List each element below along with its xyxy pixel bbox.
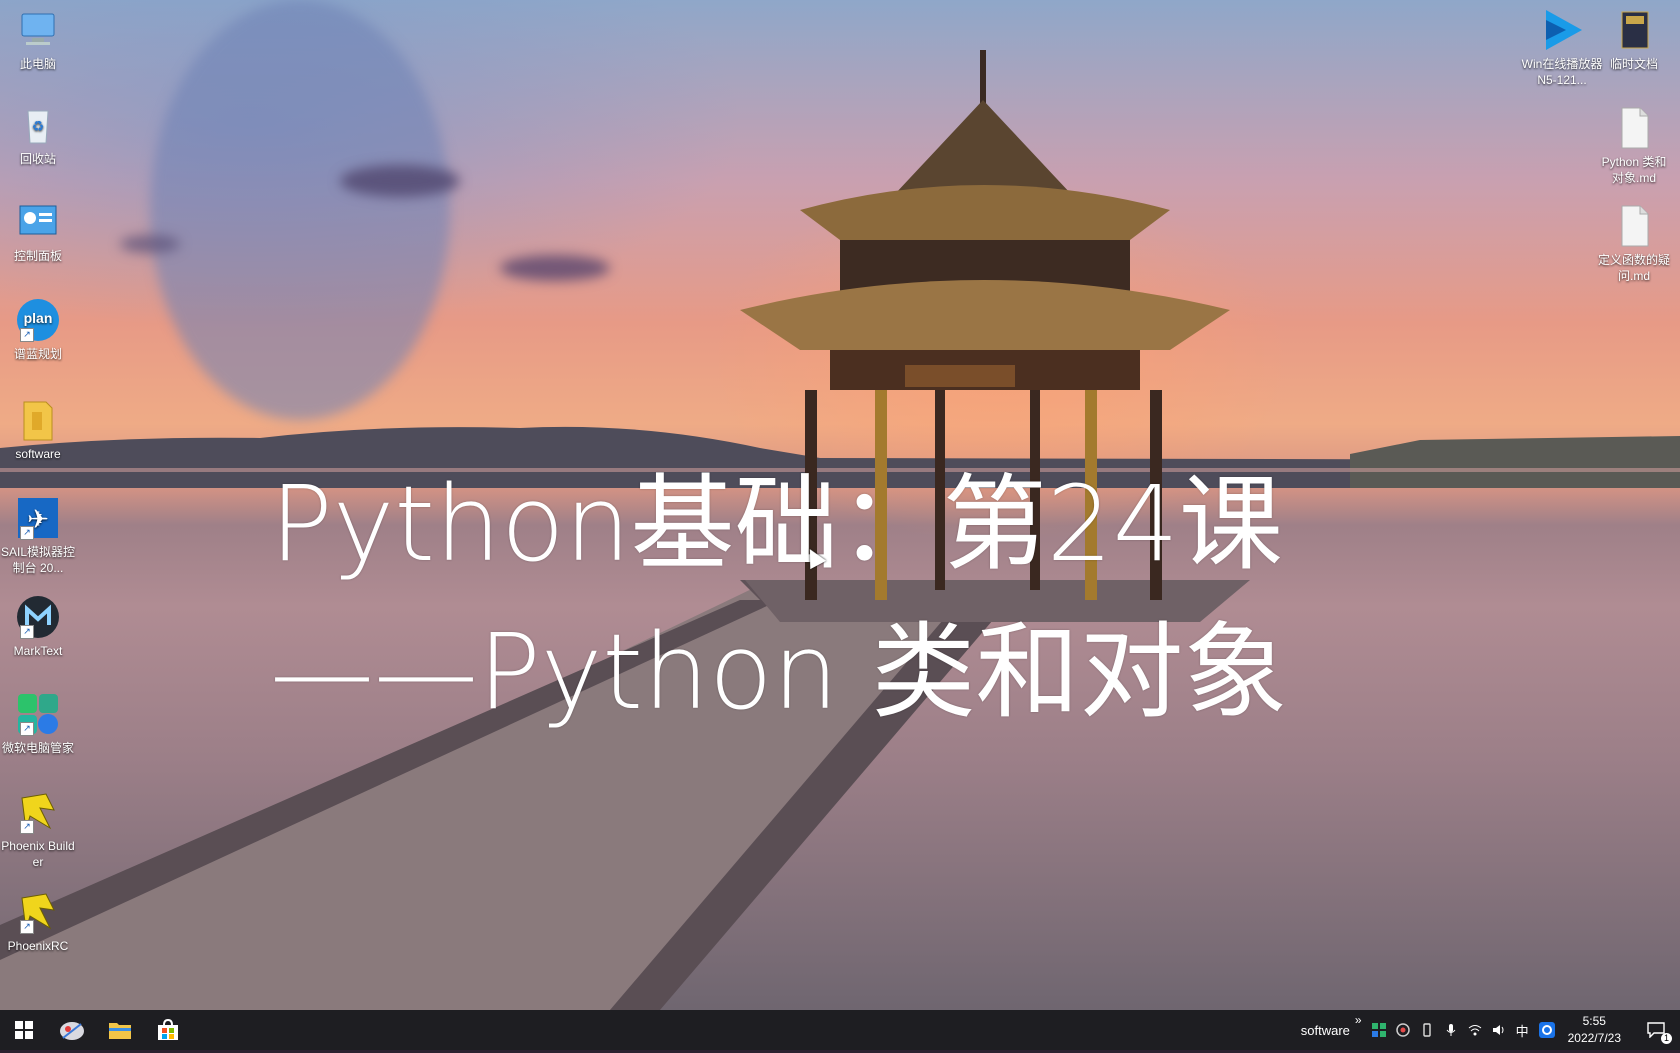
desktop-icon-label: Win在线播放器N5-121... (1521, 57, 1603, 87)
taskbar-store[interactable] (144, 1010, 192, 1050)
overlay-title-line1: Python基础：第24课 (270, 463, 1283, 585)
desktop-icon-recycle-bin[interactable]: ♻ 回收站 (0, 103, 76, 167)
clock-date: 2022/7/23 (1567, 1031, 1621, 1045)
shortcut-arrow-icon: ↗ (20, 328, 34, 342)
pc-manager-icon: ↗ (16, 692, 60, 736)
svg-text:♻: ♻ (32, 118, 45, 134)
desktop-icon-label: 微软电脑管家 (1, 741, 74, 755)
marktext-icon: ↗ (16, 595, 60, 639)
desktop-icon-temp-docs[interactable]: 临时文档 (1596, 8, 1672, 72)
tray-network[interactable] (1468, 1010, 1482, 1050)
system-tray: software » 中 5:55 2022/7/23 1 (1296, 1010, 1680, 1050)
desktop-icon-software[interactable]: software (0, 398, 76, 462)
taskbar: software » 中 5:55 2022/7/23 1 (0, 1010, 1680, 1050)
speaker-icon (1492, 1025, 1504, 1035)
markdown-file-icon (1612, 204, 1656, 248)
control-panel-icon (16, 200, 60, 244)
desktop-icon-function-md[interactable]: 定义函数的疑问.md (1596, 204, 1672, 284)
desktop-icon-control-panel[interactable]: 控制面板 (0, 200, 76, 264)
file-explorer-icon (109, 1023, 131, 1039)
shortcut-arrow-icon: ↗ (20, 722, 34, 736)
desktop-icon-plan[interactable]: plan ↗ 谱蓝规划 (0, 298, 76, 362)
desktop-icon-label: software (15, 447, 61, 461)
airplane-icon: ✈ ↗ (16, 496, 60, 540)
overlay-title-line2: ——Python 类和对象 (270, 611, 1288, 733)
computer-icon (16, 8, 60, 52)
start-button[interactable] (0, 1010, 48, 1050)
sync-icon (1395, 1023, 1410, 1037)
tray-expand-chevron[interactable]: » (1355, 1007, 1362, 1053)
usb-icon (1422, 1023, 1431, 1037)
clock-time: 5:55 (1582, 1014, 1606, 1028)
overlay-title: Python基础：第24课 ——Python 类和对象 (270, 450, 1470, 746)
taskbar-file-explorer[interactable] (96, 1010, 144, 1050)
recycle-bin-icon: ♻ (16, 103, 60, 147)
bird-app-icon (60, 1022, 84, 1040)
plan-app-icon: plan ↗ (16, 298, 60, 342)
desktop-icon-marktext[interactable]: ↗ MarkText (0, 595, 76, 659)
microphone-icon (1446, 1024, 1455, 1036)
desktop-icon-label: 谱蓝规划 (13, 347, 62, 361)
desktop-icon-label: PhoenixRC (7, 939, 69, 953)
desktop-icon-win-player[interactable]: Win在线播放器N5-121... (1520, 8, 1604, 88)
folder-icon (16, 398, 60, 442)
store-bag-icon (158, 1019, 178, 1040)
tray-usb-device[interactable] (1420, 1010, 1434, 1050)
desktop-icon-label: 回收站 (19, 152, 56, 166)
action-center-button[interactable]: 1 (1638, 1010, 1674, 1050)
desktop-icon-label: 定义函数的疑问.md (1597, 253, 1670, 283)
desktop-icon-label: MarkText (13, 644, 63, 658)
shortcut-arrow-icon: ↗ (20, 625, 34, 639)
shortcut-arrow-icon: ↗ (20, 820, 34, 834)
tray-microphone[interactable] (1444, 1010, 1458, 1050)
notification-count-badge: 1 (1660, 1033, 1672, 1044)
svg-text:plan: plan (24, 310, 53, 326)
tray-input-method[interactable]: 中 (1516, 1010, 1529, 1050)
tray-volume[interactable] (1492, 1010, 1506, 1050)
q-app-icon (1538, 1022, 1555, 1038)
desktop-icon-phoenixrc[interactable]: ↗ PhoenixRC (0, 890, 76, 954)
taskbar-app-bird[interactable] (48, 1010, 96, 1050)
markdown-file-icon (1612, 106, 1656, 150)
desktop-icon-sail[interactable]: ✈ ↗ SAIL模拟器控制台 20... (0, 496, 76, 576)
tray-app-grid[interactable] (1371, 1010, 1386, 1050)
desktop-icon-label: SAIL模拟器控制台 20... (0, 545, 76, 575)
tray-app-sync[interactable] (1395, 1010, 1410, 1050)
desktop-icon-label: 此电脑 (19, 57, 56, 71)
desktop-icon-python-md[interactable]: Python 类和对象.md (1596, 106, 1672, 186)
tray-toolbar-label[interactable]: software (1301, 1010, 1350, 1050)
app-grid-icon (1371, 1023, 1386, 1037)
desktop-icon-phoenix-builder[interactable]: ↗ Phoenix Builder (0, 790, 76, 870)
windows-logo-icon (15, 1021, 33, 1039)
shortcut-arrow-icon: ↗ (20, 526, 34, 540)
desktop-icon-label: 临时文档 (1609, 57, 1658, 71)
tray-app-q[interactable] (1538, 1010, 1555, 1050)
desktop-icon-label: Python 类和对象.md (1601, 155, 1667, 185)
player-icon (1540, 8, 1584, 52)
shortcut-arrow-icon: ↗ (20, 920, 34, 934)
phoenixrc-icon: ↗ (16, 890, 60, 934)
desktop-icon-label: Phoenix Builder (1, 839, 75, 869)
desktop-icon-this-pc[interactable]: 此电脑 (0, 8, 76, 72)
desktop-icon-pc-manager[interactable]: ↗ 微软电脑管家 (0, 692, 76, 756)
taskbar-clock[interactable]: 5:55 2022/7/23 (1568, 1013, 1621, 1047)
book-icon (1612, 8, 1656, 52)
wifi-icon (1468, 1025, 1481, 1036)
desktop-icon-label: 控制面板 (13, 249, 62, 263)
phoenix-builder-icon: ↗ (16, 790, 60, 834)
